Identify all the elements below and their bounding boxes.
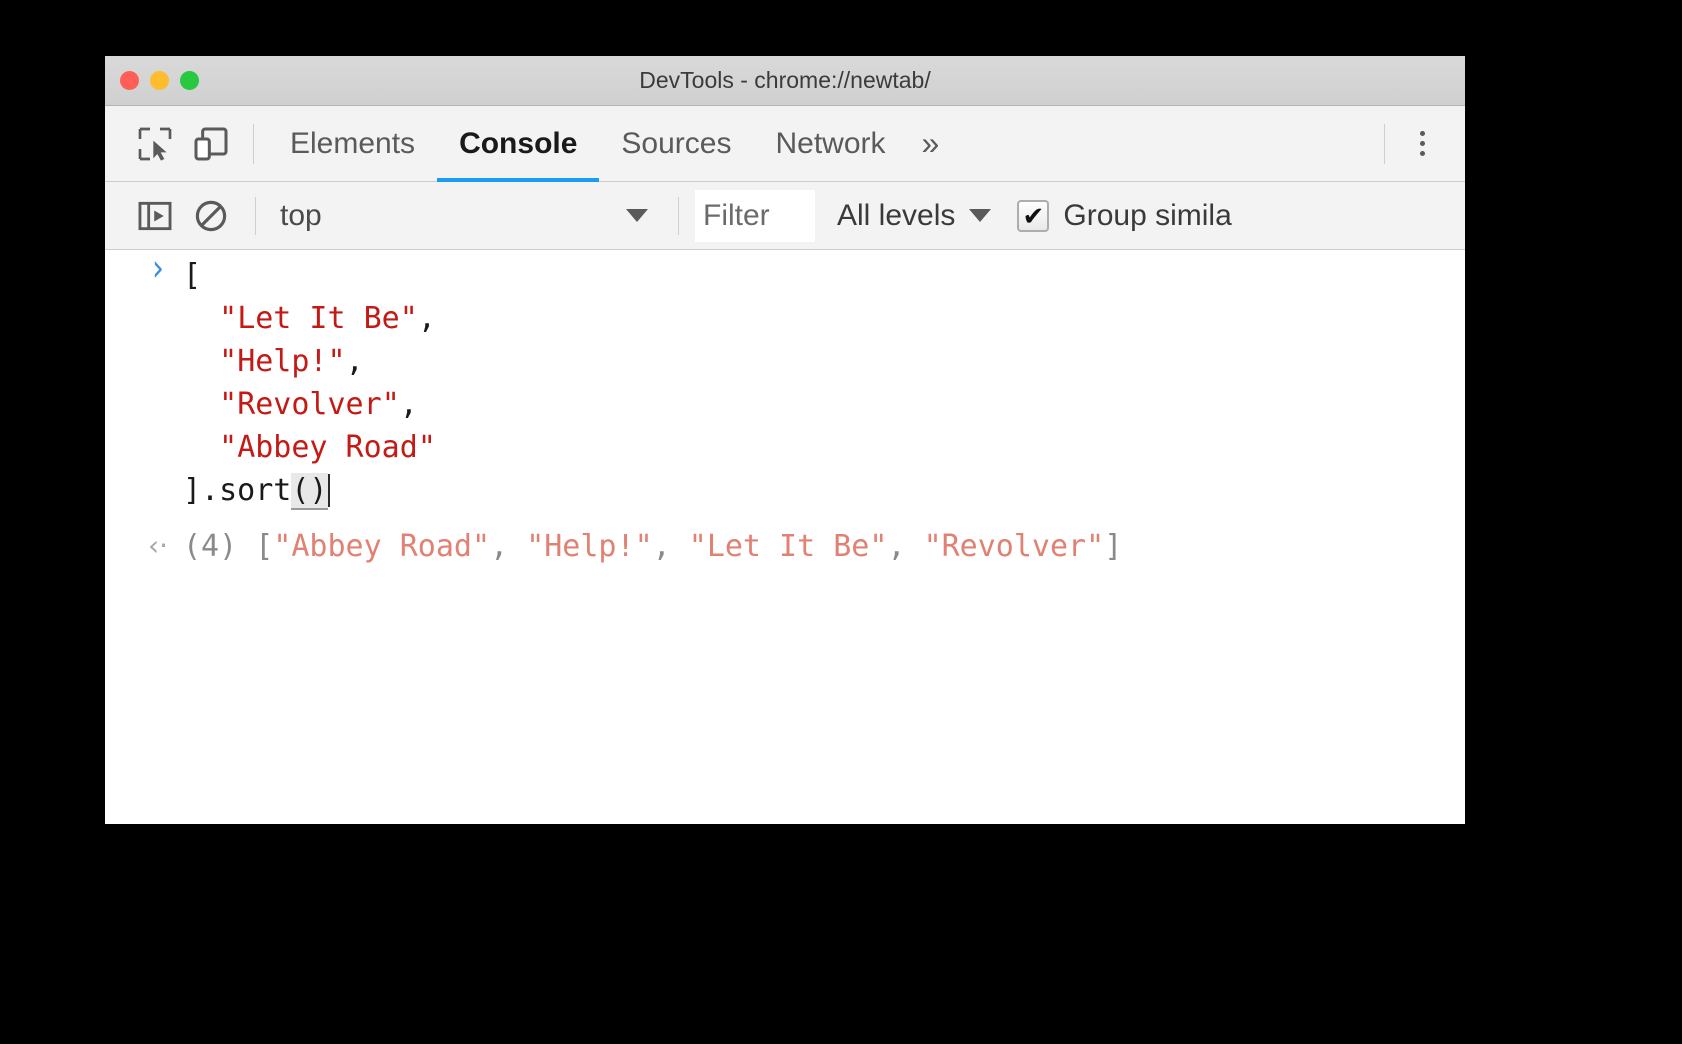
chevron-down-icon	[626, 209, 648, 222]
console-filter-input[interactable]	[695, 190, 815, 242]
devtools-tabbar: Elements Console Sources Network »	[105, 106, 1465, 182]
log-level-selector[interactable]: All levels	[837, 190, 991, 242]
tab-console[interactable]: Console	[437, 106, 599, 182]
result-string-0: "Abbey Road"	[273, 529, 490, 564]
tab-network-label: Network	[775, 127, 885, 161]
tab-network[interactable]: Network	[753, 106, 907, 182]
tab-sources[interactable]: Sources	[599, 106, 753, 182]
result-string-3: "Revolver"	[924, 529, 1105, 564]
result-count: (4)	[183, 529, 237, 564]
result-open-bracket: [	[255, 529, 273, 564]
show-console-sidebar-icon[interactable]	[127, 190, 183, 242]
console-input-gutter: ›	[133, 250, 183, 284]
tab-elements[interactable]: Elements	[268, 106, 437, 182]
prompt-arrow-icon: ›	[152, 250, 164, 288]
input-string-3: "Abbey Road"	[219, 430, 436, 465]
result-string-1: "Help!"	[526, 529, 652, 564]
devtools-window: DevTools - chrome://newtab/ Elements Con…	[105, 56, 1465, 824]
console-filter-toolbar: top All levels ✔ Group simila	[105, 182, 1465, 250]
close-window-button[interactable]	[120, 71, 139, 90]
tab-sources-label: Sources	[621, 127, 731, 161]
log-level-label: All levels	[837, 199, 955, 233]
console-input-row[interactable]: › [ "Let It Be", "Help!", "Revolver", "A…	[105, 250, 1465, 512]
more-tabs-icon[interactable]: »	[908, 106, 954, 182]
input-open-bracket: [	[183, 258, 201, 293]
kebab-menu-icon[interactable]	[1399, 116, 1445, 172]
result-close-bracket: ]	[1104, 529, 1122, 564]
group-similar-label: Group simila	[1063, 199, 1231, 233]
window-title: DevTools - chrome://newtab/	[105, 67, 1465, 94]
inspect-element-icon[interactable]	[127, 116, 183, 172]
group-similar-toggle[interactable]: ✔ Group simila	[1017, 199, 1231, 233]
console-result-row[interactable]: ‹· (4) ["Abbey Road", "Help!", "Let It B…	[105, 512, 1465, 566]
tab-elements-label: Elements	[290, 127, 415, 161]
tab-console-label: Console	[459, 127, 577, 161]
console-message-list[interactable]: › [ "Let It Be", "Help!", "Revolver", "A…	[105, 250, 1465, 822]
input-string-0: "Let It Be"	[219, 301, 418, 336]
tabbar-right-divider	[1384, 124, 1385, 164]
input-sort-call: ].sort	[183, 473, 291, 508]
console-result-gutter: ‹·	[133, 528, 183, 560]
filterbar-divider-1	[255, 197, 256, 235]
console-context-selector[interactable]: top	[272, 190, 662, 242]
input-string-2: "Revolver"	[219, 387, 400, 422]
device-toolbar-icon[interactable]	[183, 116, 239, 172]
maximize-window-button[interactable]	[180, 71, 199, 90]
tabbar-right-group	[1370, 116, 1465, 172]
group-similar-checkbox[interactable]: ✔	[1017, 200, 1049, 232]
matched-parens-highlight: ()	[291, 473, 327, 510]
result-arrow-icon: ‹·	[148, 532, 168, 560]
console-input-code[interactable]: [ "Let It Be", "Help!", "Revolver", "Abb…	[183, 250, 436, 512]
tabbar-divider	[253, 124, 254, 164]
console-context-label: top	[280, 199, 322, 233]
input-string-1: "Help!"	[219, 344, 345, 379]
check-icon: ✔	[1022, 203, 1044, 229]
traffic-lights	[120, 56, 199, 105]
text-cursor	[328, 474, 330, 507]
chevron-down-icon	[969, 209, 991, 222]
filterbar-divider-2	[678, 197, 679, 235]
result-string-2: "Let It Be"	[689, 529, 888, 564]
minimize-window-button[interactable]	[150, 71, 169, 90]
clear-console-icon[interactable]	[183, 190, 239, 242]
console-result-code[interactable]: (4) ["Abbey Road", "Help!", "Let It Be",…	[183, 528, 1122, 566]
window-titlebar: DevTools - chrome://newtab/	[105, 56, 1465, 106]
